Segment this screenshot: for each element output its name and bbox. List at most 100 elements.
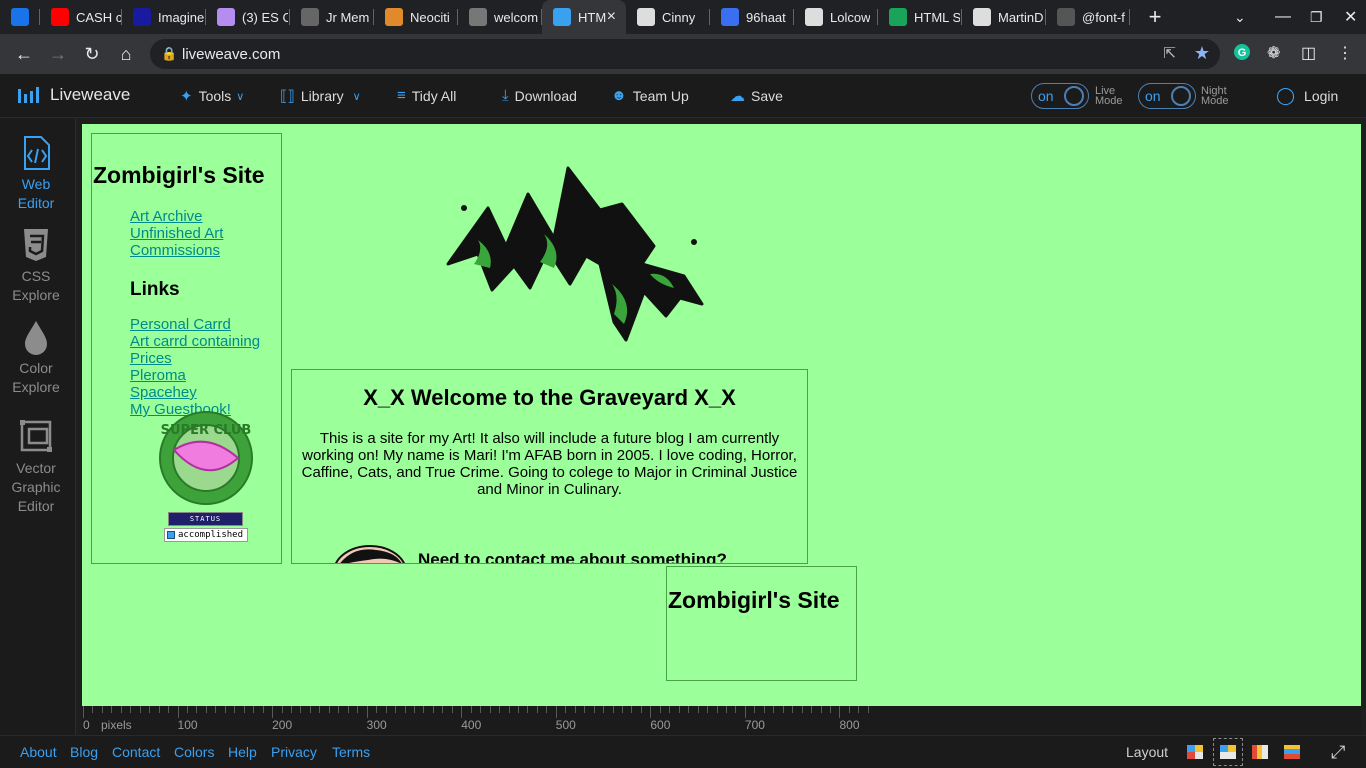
footer-link-contact[interactable]: Contact bbox=[112, 744, 160, 760]
browser-tab[interactable] bbox=[0, 0, 40, 34]
sidebar-item-css-explore[interactable]: CSS Explore bbox=[0, 227, 72, 305]
footer-link-help[interactable]: Help bbox=[228, 744, 257, 760]
forward-icon[interactable]: → bbox=[42, 38, 74, 70]
url-field[interactable]: 🔒 liveweave.com ⇱ ★ bbox=[150, 39, 1220, 69]
browser-tab-label: 96haat bbox=[746, 9, 786, 25]
browser-tab[interactable]: HTM × bbox=[542, 0, 626, 34]
ruler-tick bbox=[820, 706, 822, 713]
browser-tab[interactable]: CASH c bbox=[40, 0, 122, 34]
martin-icon bbox=[973, 8, 991, 26]
footer-link-about[interactable]: About bbox=[20, 744, 57, 760]
image-icon bbox=[301, 8, 319, 26]
live-label-line2: Mode bbox=[1095, 95, 1123, 107]
footer-link-blog[interactable]: Blog bbox=[70, 744, 98, 760]
new-tab-icon[interactable]: + bbox=[1138, 0, 1172, 34]
ruler-label: 300 bbox=[366, 718, 387, 732]
link-personal-carrd[interactable]: Personal Carrd bbox=[130, 316, 260, 333]
ruler-tick bbox=[120, 706, 122, 713]
back-icon[interactable]: ← bbox=[8, 38, 40, 70]
ruler-tick bbox=[413, 706, 415, 713]
ruler-tick bbox=[858, 706, 860, 713]
ruler-tick bbox=[404, 706, 406, 713]
ruler-tick bbox=[432, 706, 434, 713]
sidebar-item-web-editor[interactable]: Web Editor bbox=[0, 135, 72, 213]
browser-tab[interactable]: Jr Mem bbox=[290, 0, 374, 34]
browser-tab[interactable]: MartinD bbox=[962, 0, 1046, 34]
site-sidebar-box: Zombigirl's Site Art Archive Unfinished … bbox=[91, 133, 282, 564]
browser-tab[interactable]: Imagine bbox=[122, 0, 206, 34]
team-up-button[interactable]: ☻ Team Up bbox=[611, 87, 689, 104]
sidebar-label: Color bbox=[19, 360, 53, 376]
link-pleroma[interactable]: Pleroma bbox=[130, 367, 260, 384]
ruler-tick bbox=[149, 706, 151, 713]
ruler-tick bbox=[92, 706, 94, 713]
share-icon[interactable]: ⇱ bbox=[1163, 44, 1176, 62]
ruler-tick bbox=[480, 706, 482, 713]
ruler-tick bbox=[839, 706, 841, 718]
site-title: Zombigirl's Site bbox=[93, 162, 265, 188]
tools-menu[interactable]: ✦ Tools ∨ bbox=[180, 87, 244, 105]
browser-tab[interactable]: Neociti bbox=[374, 0, 458, 34]
sidebar-item-color-explore[interactable]: Color Explore bbox=[0, 319, 72, 397]
browser-tab[interactable]: 96haat bbox=[710, 0, 794, 34]
minimize-icon[interactable]: — bbox=[1275, 0, 1291, 34]
browser-tab[interactable]: @font-f bbox=[1046, 0, 1130, 34]
link-prices[interactable]: Prices bbox=[130, 350, 260, 367]
home-icon[interactable]: ⌂ bbox=[110, 38, 142, 70]
lolcow-icon bbox=[805, 8, 823, 26]
live-mode-toggle[interactable]: on bbox=[1031, 83, 1089, 109]
preview-pane[interactable]: Zombigirl's Site Art Archive Unfinished … bbox=[82, 124, 1361, 706]
grammarly-icon[interactable]: G bbox=[1233, 43, 1251, 66]
pixel-ruler: pixels 0 100 200 300 400 500 600 700 800 bbox=[82, 706, 1361, 735]
browser-tab[interactable]: HTML S bbox=[878, 0, 962, 34]
layout-option-2-icon[interactable] bbox=[1213, 738, 1243, 766]
download-button[interactable]: ⤓ Download bbox=[502, 87, 577, 104]
tab-search-icon[interactable]: ⌄ bbox=[1234, 0, 1246, 34]
ruler-tick bbox=[527, 706, 529, 713]
download-label: Download bbox=[514, 87, 577, 104]
library-menu[interactable]: ⟦⟧ Library ∨ bbox=[280, 87, 361, 105]
cloud-icon bbox=[217, 8, 235, 26]
ruler-tick bbox=[584, 706, 586, 713]
live-mode-label: Live Mode bbox=[1095, 86, 1123, 107]
footer-link-terms[interactable]: Terms bbox=[332, 744, 370, 760]
login-button[interactable]: ◯ Login bbox=[1276, 86, 1338, 106]
browser-tab[interactable]: (3) ES C bbox=[206, 0, 290, 34]
ruler-tick bbox=[253, 706, 255, 713]
sidebar-item-vector-graphic-editor[interactable]: Vector Graphic Editor bbox=[0, 419, 72, 516]
layout-option-3-icon[interactable] bbox=[1252, 745, 1268, 759]
close-window-icon[interactable]: ✕ bbox=[1344, 0, 1357, 34]
close-tab-icon[interactable]: × bbox=[607, 8, 616, 26]
link-commissions[interactable]: Commissions bbox=[130, 242, 223, 259]
liveweave-logo-icon bbox=[18, 87, 39, 103]
ruler-tick bbox=[139, 706, 141, 713]
imagine-icon bbox=[133, 8, 151, 26]
ruler-tick bbox=[262, 706, 264, 713]
bookmark-star-icon[interactable]: ★ bbox=[1194, 43, 1210, 64]
browser-tab-label: Cinny bbox=[662, 9, 696, 25]
browser-tab[interactable]: Lolcow bbox=[794, 0, 878, 34]
link-spacehey[interactable]: Spacehey bbox=[130, 384, 260, 401]
ruler-tick bbox=[830, 706, 832, 713]
restore-icon[interactable]: ❐ bbox=[1310, 0, 1323, 34]
extensions-icon[interactable]: ❁ bbox=[1267, 43, 1280, 63]
liveweave-logo[interactable]: Liveweave bbox=[18, 85, 130, 105]
menu-icon[interactable]: ⋮ bbox=[1337, 43, 1353, 63]
sidebar-label: Vector bbox=[16, 460, 56, 476]
reload-icon[interactable]: ↻ bbox=[76, 38, 108, 70]
night-mode-toggle[interactable]: on bbox=[1138, 83, 1196, 109]
footer-link-colors[interactable]: Colors bbox=[174, 744, 214, 760]
browser-tab[interactable]: welcom bbox=[458, 0, 542, 34]
layout-option-1-icon[interactable] bbox=[1187, 745, 1203, 759]
globe-icon bbox=[469, 8, 487, 26]
footer-link-privacy[interactable]: Privacy bbox=[271, 744, 317, 760]
link-art-carrd[interactable]: Art carrd containing bbox=[130, 333, 260, 350]
fullscreen-icon[interactable]: ⤢ bbox=[1331, 742, 1345, 763]
save-button[interactable]: ☁ Save bbox=[730, 87, 783, 105]
side-panel-icon[interactable]: ◫ bbox=[1301, 43, 1316, 63]
link-unfinished-art[interactable]: Unfinished Art bbox=[130, 225, 223, 242]
layout-option-4-icon[interactable] bbox=[1284, 745, 1300, 759]
tidy-all-button[interactable]: ≡ Tidy All bbox=[397, 87, 456, 104]
link-art-archive[interactable]: Art Archive bbox=[130, 208, 223, 225]
browser-tab[interactable]: Cinny bbox=[626, 0, 710, 34]
